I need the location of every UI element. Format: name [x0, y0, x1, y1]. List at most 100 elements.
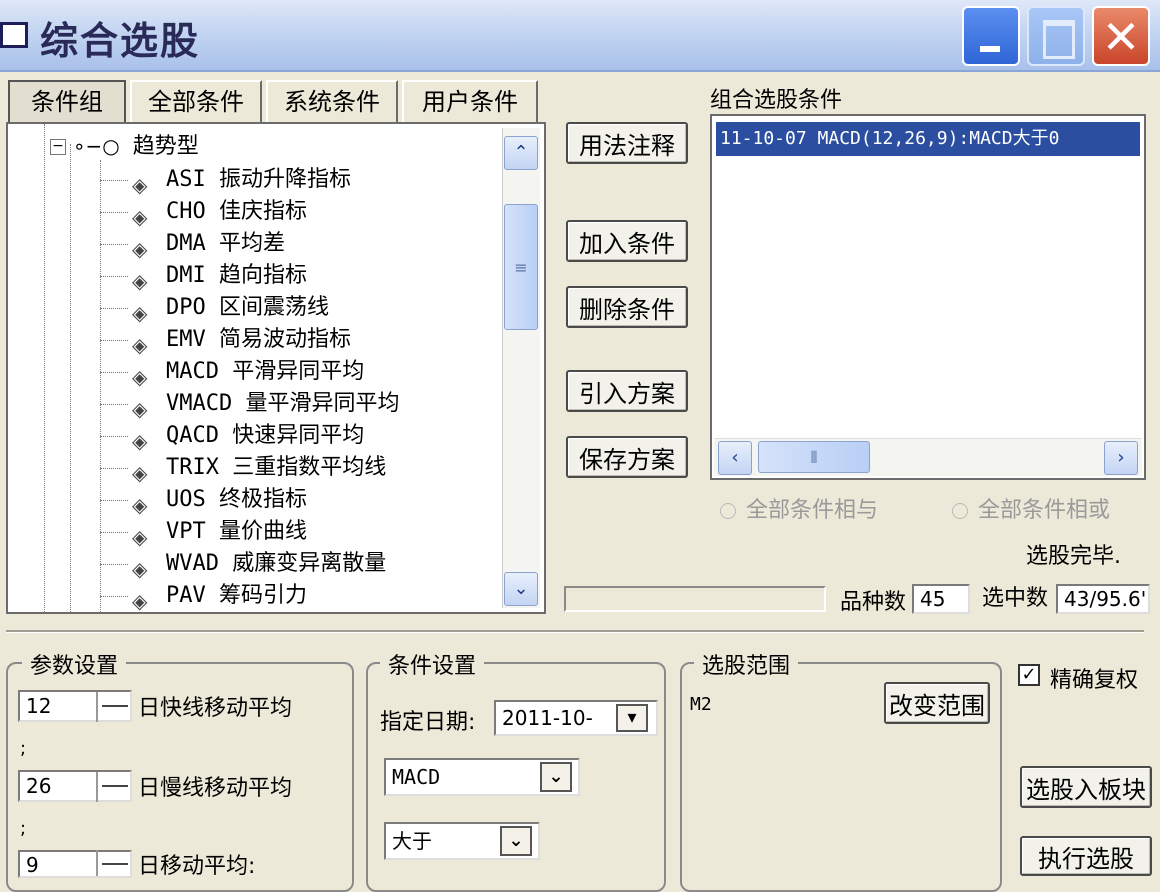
tree-item[interactable]: ◈ WVAD 威廉变异离散量 [8, 548, 498, 581]
tree-root-label: 趋势型 [132, 134, 199, 159]
key-icon: ∘−○ [73, 134, 120, 158]
tree-connector [100, 308, 128, 309]
tree-item[interactable]: ◈ TRIX 三重指数平均线 [8, 452, 498, 485]
tab-all-conditions[interactable]: 全部条件 [130, 80, 262, 122]
scroll-thumb[interactable]: ≡ [504, 204, 538, 330]
tree-item[interactable]: ◈ DPO 区间震荡线 [8, 292, 498, 325]
conditions-list[interactable]: 11-10-07 MACD(12,26,9):MACD大于0 ‹ ⦀ › [710, 114, 1146, 480]
check-icon: ✓ [1021, 664, 1037, 685]
scroll-right-button[interactable]: › [1104, 441, 1138, 475]
chevron-down-icon: ⌄ [513, 578, 529, 599]
chevron-up-icon: ⌃ [513, 142, 529, 163]
list-horizontal-scrollbar[interactable]: ‹ ⦀ › [714, 438, 1142, 476]
execute-button[interactable]: 执行选股 [1020, 836, 1152, 876]
scroll-down-button[interactable]: ⌄ [504, 572, 538, 606]
tree-connector [100, 564, 128, 565]
indicator-dropdown-button[interactable]: ⌄ [540, 762, 572, 792]
tree-item[interactable]: ◈ EMV 简易波动指标 [8, 324, 498, 357]
tree-item-label: VMACD 量平滑异同平均 [166, 391, 400, 416]
to-block-button[interactable]: 选股入板块 [1020, 766, 1152, 808]
compare-dropdown-button[interactable]: ⌄ [500, 826, 532, 856]
slow-ma-stepper[interactable] [96, 772, 132, 802]
count-label: 品种数 [840, 590, 907, 615]
count-field: 45 [912, 584, 970, 614]
radio-or-option[interactable]: 全部条件相或 [952, 492, 1110, 524]
usage-note-button[interactable]: 用法注释 [566, 122, 688, 164]
collapse-icon[interactable]: − [50, 139, 66, 155]
tree-connector [100, 436, 128, 437]
condition-tree[interactable]: ◈ ASI 振动升降指标 ◈ CHO 佳庆指标 ◈ DMA 平均差 ◈ DMI 趋向指标 ◈ DP… [6, 122, 546, 614]
tree-item[interactable]: ◈ QACD 快速异同平均 [8, 420, 498, 453]
tree-connector [100, 500, 128, 501]
tab-user-conditions[interactable]: 用户条件 [402, 80, 538, 122]
radio-and-label: 全部条件相与 [746, 498, 879, 523]
separator-text: ; [20, 818, 27, 839]
chevron-down-icon: ⌄ [548, 766, 564, 787]
add-condition-button[interactable]: 加入条件 [566, 220, 688, 262]
scroll-up-button[interactable]: ⌃ [504, 136, 538, 170]
exact-rights-checkbox[interactable]: ✓ [1018, 664, 1040, 686]
tree-item-label: CHO 佳庆指标 [166, 199, 307, 224]
tree-connector [100, 180, 128, 181]
import-plan-button[interactable]: 引入方案 [566, 370, 688, 412]
slow-ma-label: 日慢线移动平均 [138, 776, 293, 801]
range-value: M2 [690, 694, 712, 715]
tree-connector [100, 596, 128, 597]
tree-item[interactable]: ◈ VMACD 量平滑异同平均 [8, 388, 498, 421]
tree-item-label: ASI 振动升降指标 [166, 167, 351, 192]
horizontal-scroll-thumb[interactable]: ⦀ [758, 441, 870, 473]
tree-connector [100, 532, 128, 533]
tree-item[interactable]: ◈ UOS 终极指标 [8, 484, 498, 517]
exact-rights-label: 精确复权 [1050, 668, 1139, 693]
title-bar[interactable]: 综合选股 ✕ [0, 0, 1160, 72]
tree-connector [100, 244, 128, 245]
params-group-title: 参数设置 [22, 648, 127, 680]
tree-connector [100, 372, 128, 373]
indicator-icon: ◈ [132, 589, 148, 613]
signal-ma-stepper[interactable] [96, 850, 132, 876]
chevron-left-icon: ‹ [731, 447, 739, 468]
tab-system-conditions[interactable]: 系统条件 [266, 80, 398, 122]
selected-field: 43/95.6' [1056, 584, 1150, 614]
close-icon: ✕ [1101, 10, 1141, 64]
tree-item[interactable]: ◈ MACD 平滑异同平均 [8, 356, 498, 389]
tree-item-label: MACD 平滑异同平均 [166, 359, 365, 384]
fast-ma-stepper[interactable] [96, 692, 132, 722]
tree-item[interactable]: ◈ DMI 趋向指标 [8, 260, 498, 293]
fast-ma-label: 日快线移动平均 [138, 696, 293, 721]
delete-condition-button[interactable]: 删除条件 [566, 286, 688, 328]
progress-bar [564, 586, 826, 612]
radio-icon [720, 503, 736, 519]
tree-root-node[interactable]: − ∘−○ 趋势型 [50, 130, 199, 162]
tree-item[interactable]: ◈ VPT 量价曲线 [8, 516, 498, 549]
tree-item-label: WVAD 威廉变异离散量 [166, 551, 387, 576]
tree-item[interactable]: ◈ PAV 筹码引力 [8, 580, 498, 613]
radio-icon [952, 503, 968, 519]
tree-item[interactable]: ◈ DMA 平均差 [8, 228, 498, 261]
tree-item-label: DPO 区间震荡线 [166, 295, 329, 320]
tree-item-label: TRIX 三重指数平均线 [166, 455, 387, 480]
tree-vertical-scrollbar[interactable]: ⌃ ≡ ⌄ [502, 128, 540, 608]
maximize-button[interactable] [1027, 6, 1085, 66]
conditions-panel-title: 组合选股条件 [710, 88, 843, 113]
close-button[interactable]: ✕ [1092, 6, 1150, 66]
minimize-button[interactable] [962, 6, 1020, 66]
save-plan-button[interactable]: 保存方案 [566, 436, 688, 478]
signal-ma-label: 日移动平均: [138, 854, 256, 879]
tree-item-label: PAV 筹码引力 [166, 583, 307, 608]
change-range-button[interactable]: 改变范围 [884, 682, 990, 724]
chevron-down-icon: ▾ [627, 707, 637, 728]
tab-condition-group[interactable]: 条件组 [8, 80, 126, 122]
date-label: 指定日期: [380, 710, 476, 735]
list-item[interactable]: 11-10-07 MACD(12,26,9):MACD大于0 [716, 122, 1140, 156]
tree-connector [100, 404, 128, 405]
condition-group-title: 条件设置 [380, 648, 485, 680]
tree-item[interactable]: ◈ ASI 振动升降指标 [8, 164, 498, 197]
radio-and-option[interactable]: 全部条件相与 [720, 492, 878, 524]
tree-item-label: UOS 终极指标 [166, 487, 307, 512]
tree-item-label: EMV 简易波动指标 [166, 327, 351, 352]
window-title: 综合选股 [40, 18, 201, 63]
scroll-left-button[interactable]: ‹ [718, 441, 752, 475]
date-dropdown-button[interactable]: ▾ [616, 704, 648, 732]
tree-item[interactable]: ◈ CHO 佳庆指标 [8, 196, 498, 229]
